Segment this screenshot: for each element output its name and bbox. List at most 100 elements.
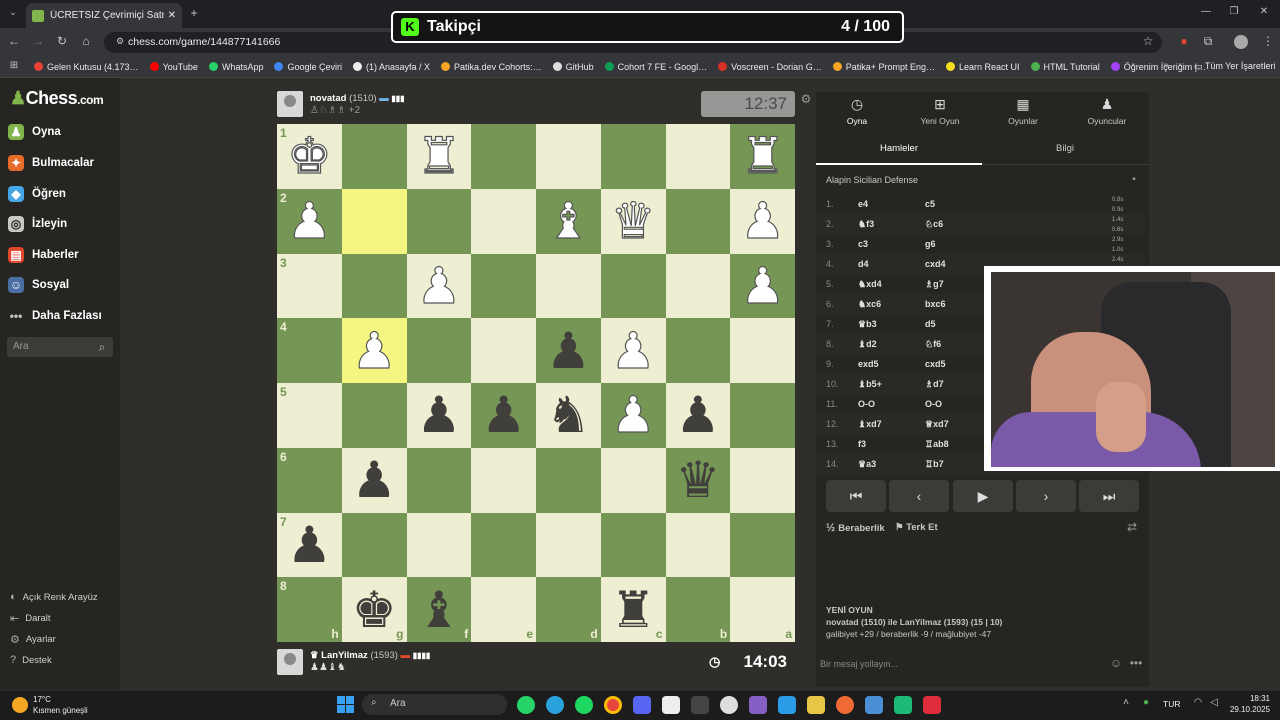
- black-pawn-icon[interactable]: ♟: [287, 520, 332, 570]
- bookmark-learn-react[interactable]: Learn React UI: [946, 62, 1020, 72]
- white-king-icon[interactable]: ♚: [286, 131, 332, 182]
- white-move[interactable]: c3: [858, 239, 925, 249]
- board-square[interactable]: ♟: [341, 318, 407, 383]
- board-square[interactable]: [406, 318, 472, 383]
- close-tab-icon[interactable]: ✕: [168, 10, 176, 21]
- white-pawn-icon[interactable]: ♟: [416, 260, 462, 311]
- board-square[interactable]: [730, 512, 795, 578]
- opening-book-icon[interactable]: ▪: [1126, 174, 1142, 185]
- taskbar-clock[interactable]: 18:31 29.10.2025: [1226, 693, 1270, 715]
- black-move[interactable]: ♗d7: [925, 379, 944, 390]
- last-move-button[interactable]: ⏭: [1079, 480, 1139, 512]
- top-player-avatar[interactable]: [277, 91, 303, 117]
- black-pawn-icon[interactable]: ♟: [675, 390, 720, 440]
- black-move[interactable]: ♕xd7: [925, 419, 949, 430]
- black-move[interactable]: ♘f6: [925, 339, 941, 350]
- white-move[interactable]: ♝xd7: [858, 419, 925, 430]
- bookmark-whatsapp[interactable]: WhatsApp: [208, 62, 263, 72]
- weather-icon[interactable]: [12, 697, 28, 713]
- black-move[interactable]: ♖b7: [925, 459, 944, 470]
- volume-icon[interactable]: ◁: [1206, 697, 1222, 708]
- board-square[interactable]: [536, 512, 601, 578]
- bookmark-gmail[interactable]: Gelen Kutusu (4.173…: [34, 62, 139, 72]
- board-square[interactable]: ♞: [536, 383, 601, 448]
- white-move[interactable]: ♞f3: [858, 219, 925, 230]
- board-square[interactable]: [665, 512, 731, 578]
- black-king-icon[interactable]: ♚: [352, 585, 397, 635]
- board-square[interactable]: [536, 447, 601, 513]
- white-pawn-icon[interactable]: ♟: [740, 260, 786, 311]
- board-square[interactable]: ♟: [406, 383, 472, 448]
- white-move[interactable]: ♞xc6: [858, 299, 925, 310]
- white-bishop-icon[interactable]: ♝: [545, 196, 591, 247]
- board-square[interactable]: [471, 512, 536, 578]
- weather-widget[interactable]: 17°C Kısmen güneşli: [33, 694, 88, 716]
- discord-taskbar-icon[interactable]: [633, 696, 651, 714]
- board-square[interactable]: ♜: [730, 124, 795, 189]
- app-taskbar-icon[interactable]: [807, 696, 825, 714]
- white-move[interactable]: e4: [858, 199, 925, 209]
- bookmark-star-icon[interactable]: ☆: [1140, 34, 1156, 48]
- next-move-button[interactable]: ›: [1016, 480, 1076, 512]
- sidebar-item-watch[interactable]: ◎ İzleyin: [8, 216, 67, 232]
- black-move[interactable]: c5: [925, 199, 935, 209]
- board-square[interactable]: 5: [277, 383, 342, 448]
- chat-input[interactable]: Bir mesaj yollayın...: [820, 659, 898, 669]
- light-theme-toggle[interactable]: ◐ Açık Renk Arayüz: [10, 591, 98, 603]
- chess-board[interactable]: ♚ 1 ♜ ♜ ♟ 2 ♝ ♛ ♟ 3 ♟ ♟ 4 ♟ ♟ ♟ 5 ♟ ♟ ♞ ♟ ♟ 6 ♟ ♛ ♟ 7 8 h ♚ g ♝ f e d ♜ c b a: [277, 124, 795, 642]
- white-pawn-icon[interactable]: ♟: [610, 325, 656, 376]
- telegram-taskbar-icon[interactable]: [546, 696, 564, 714]
- white-move[interactable]: ♝b5+: [858, 379, 925, 390]
- maximize-icon[interactable]: ❐: [1226, 6, 1242, 17]
- black-rook-icon[interactable]: ♜: [611, 585, 656, 635]
- board-square[interactable]: [406, 512, 472, 578]
- board-square[interactable]: b: [665, 577, 731, 642]
- black-move[interactable]: O-O: [925, 399, 942, 409]
- search-icon[interactable]: ⌕: [94, 340, 110, 355]
- bookmark-html-tutorial[interactable]: HTML Tutorial: [1030, 62, 1100, 72]
- board-square[interactable]: ♜: [406, 124, 472, 189]
- board-square[interactable]: ♟: [536, 318, 601, 383]
- white-move[interactable]: ♞xd4: [858, 279, 925, 290]
- chess-com-logo[interactable]: ♟Chess.com: [10, 88, 104, 109]
- tab-play[interactable]: ◷ Oyna: [817, 96, 897, 126]
- board-square[interactable]: ♟: [730, 253, 795, 319]
- bottom-player-info[interactable]: ♛ LanYilmaz (1593) ▬ ▮▮▮▮: [310, 650, 430, 661]
- board-square[interactable]: [471, 318, 536, 383]
- white-move[interactable]: ♛a3: [858, 459, 925, 470]
- bookmark-patika-cohorts[interactable]: Patika.dev Cohorts:…: [441, 62, 542, 72]
- spotify-taskbar-icon[interactable]: [575, 696, 593, 714]
- sidebar-item-news[interactable]: ▤ Haberler: [8, 247, 79, 263]
- board-square[interactable]: ♟: [600, 383, 666, 448]
- chrome-taskbar-icon[interactable]: [604, 696, 622, 714]
- board-square[interactable]: d: [536, 577, 601, 642]
- black-move[interactable]: d5: [925, 319, 936, 329]
- board-square[interactable]: [536, 124, 601, 189]
- board-square[interactable]: a: [730, 577, 795, 642]
- top-player-info[interactable]: novatad (1510) ▬ ▮▮▮: [310, 93, 405, 104]
- black-move[interactable]: ♖ab8: [925, 439, 949, 450]
- microphone-icon[interactable]: ●: [1138, 697, 1154, 708]
- app3-taskbar-icon[interactable]: [894, 696, 912, 714]
- support-button[interactable]: ? Destek: [10, 654, 52, 666]
- subtab-info[interactable]: Bilgi: [982, 137, 1148, 165]
- sidebar-item-learn[interactable]: ◆ Öğren: [8, 186, 66, 202]
- bookmark-x[interactable]: (1) Anasayfa / X: [353, 62, 430, 72]
- app2-taskbar-icon[interactable]: [865, 696, 883, 714]
- black-knight-icon[interactable]: ♞: [546, 390, 591, 440]
- board-square[interactable]: 3: [277, 253, 342, 319]
- taskbar-search[interactable]: ⌕ Ara: [362, 694, 507, 715]
- board-square[interactable]: ♝: [536, 188, 601, 254]
- black-move[interactable]: g6: [925, 239, 936, 249]
- board-square[interactable]: [341, 383, 407, 448]
- white-move[interactable]: d4: [858, 259, 925, 269]
- white-move[interactable]: exd5: [858, 359, 925, 369]
- board-square[interactable]: ♟: [341, 447, 407, 513]
- tab-search-icon[interactable]: ⌄: [5, 7, 21, 18]
- black-move[interactable]: cxd4: [925, 259, 946, 269]
- tab-games[interactable]: ▦ Oyunlar: [983, 96, 1063, 126]
- sidebar-item-puzzles[interactable]: ✦ Bulmacalar: [8, 155, 94, 171]
- black-move[interactable]: bxc6: [925, 299, 946, 309]
- board-square[interactable]: [600, 447, 666, 513]
- board-square[interactable]: 4: [277, 318, 342, 383]
